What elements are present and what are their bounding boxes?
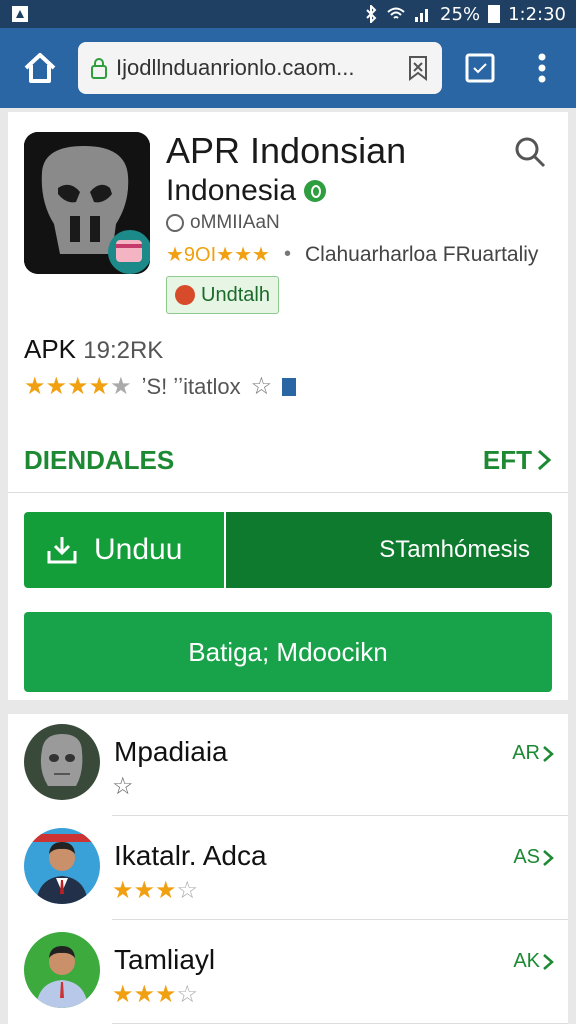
man-shirt-avatar <box>24 932 100 1008</box>
apk-title-row: APK 19:2RK <box>24 334 163 365</box>
battery-percent: 25% <box>440 3 481 25</box>
app-category[interactable]: Clahuarharloa FRuartaliy <box>305 243 538 267</box>
secondary-button[interactable]: STamhómesis <box>226 512 552 588</box>
chevron-right-icon <box>537 449 552 471</box>
separator-dot: • <box>283 243 291 265</box>
lock-icon <box>91 58 107 79</box>
list-item[interactable]: Tamliayl ★★★☆ AK <box>8 922 568 1024</box>
install-badge[interactable]: Undtalh <box>166 276 279 314</box>
apk-title: APK <box>24 334 77 364</box>
app-detail-card: APR Indonsian Indonesia oMMIIAaN ★9OI★★★… <box>8 112 568 700</box>
list-item-action[interactable]: AR <box>512 742 554 765</box>
chevron-right-icon <box>543 849 554 866</box>
section-label: DIENDALES <box>24 444 175 475</box>
download-button[interactable]: Unduu <box>24 512 224 588</box>
developer-row: Indonesia <box>166 174 327 208</box>
meta-row: oMMIIAaN <box>166 212 280 234</box>
list-item-name: Tamliayl <box>114 944 216 975</box>
list-item-stars: ★★★☆ <box>112 981 199 1008</box>
bluetooth-icon <box>366 5 377 23</box>
meta-text: oMMIIAaN <box>190 212 280 233</box>
wifi-icon <box>387 7 405 19</box>
list-item-action[interactable]: AS <box>513 846 554 869</box>
chevron-right-icon <box>543 745 554 762</box>
developer-name[interactable]: Indonesia <box>166 174 296 208</box>
full-width-button[interactable]: Batiga; Mdoocikn <box>24 612 552 692</box>
url-text: Ijodllnduanrionlo.caom... <box>116 55 355 80</box>
download-button-group: Unduu STamhómesis <box>24 512 552 588</box>
apk-meta: ʼS! ʼʼitatlox <box>141 373 241 399</box>
man-suit-avatar <box>24 828 100 904</box>
globe-icon <box>166 214 184 232</box>
list-item[interactable]: Mpadiaia ☆ AR <box>8 714 568 816</box>
home-icon[interactable] <box>22 50 58 86</box>
list-divider <box>112 815 568 816</box>
app-icon[interactable] <box>24 132 150 274</box>
flag-icon <box>282 377 297 396</box>
overflow-menu-icon[interactable] <box>530 48 554 88</box>
app-title: APR Indonsian <box>166 130 407 171</box>
download-label: Unduu <box>94 533 183 566</box>
section-header: DIENDALES EFT <box>24 442 552 478</box>
tabs-icon[interactable] <box>464 52 496 84</box>
clock: 1:2:30 <box>508 3 566 25</box>
divider <box>8 492 568 493</box>
chevron-right-icon <box>543 953 554 970</box>
list-item[interactable]: Ikatalr. Adca ★★★☆ AS <box>8 818 568 920</box>
notification-icon <box>12 6 28 22</box>
full-button-label: Batiga; Mdoocikn <box>188 636 388 667</box>
search-icon[interactable] <box>512 134 548 170</box>
related-list: Mpadiaia ☆ AR Ikatalr. Adca ★★★☆ AS Taml… <box>8 714 568 1024</box>
list-item-name: Mpadiaia <box>114 736 228 767</box>
list-divider <box>112 919 568 920</box>
apk-stars: ★★★★★ <box>24 373 132 400</box>
battery-icon <box>488 5 501 23</box>
star-outline-icon[interactable]: ☆ <box>251 372 273 401</box>
install-badge-label: Undtalh <box>201 283 270 306</box>
section-more-link[interactable]: EFT <box>483 445 552 476</box>
mask-avatar <box>24 724 100 800</box>
rating-row: ★9OI★★★ • Clahuarharloa FRuartaliy <box>166 242 538 267</box>
browser-toolbar: Ijodllnduanrionlo.caom... <box>0 28 576 108</box>
list-item-stars: ☆ <box>112 773 134 800</box>
badge-icon <box>175 285 195 305</box>
apk-size: 19:2RK <box>83 337 164 364</box>
apk-rating-row: ★★★★★ ʼS! ʼʼitatlox ☆ <box>24 372 297 401</box>
list-item-stars: ★★★☆ <box>112 877 199 904</box>
rating-stars: ★9OI★★★ <box>166 244 270 266</box>
bookmark-icon[interactable] <box>406 55 430 81</box>
skull-mask-icon <box>24 132 150 274</box>
download-icon <box>47 537 77 564</box>
list-item-name: Ikatalr. Adca <box>114 840 267 871</box>
secondary-label: STamhómesis <box>379 536 530 563</box>
url-bar[interactable]: Ijodllnduanrionlo.caom... <box>78 42 442 94</box>
status-bar: 25% 1:2:30 <box>0 0 576 28</box>
list-item-action[interactable]: AK <box>513 950 554 973</box>
verified-badge-icon <box>304 180 327 202</box>
signal-icon <box>415 9 429 22</box>
